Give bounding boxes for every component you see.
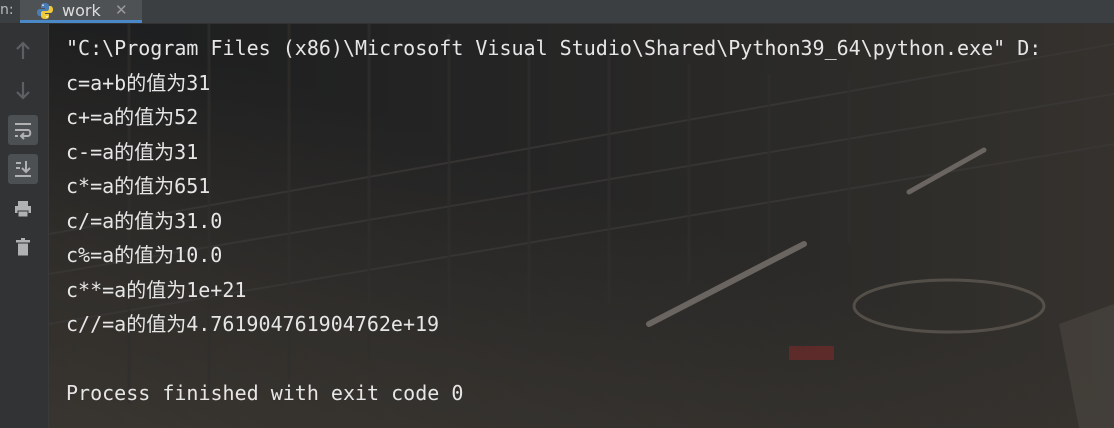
- soft-wrap-icon[interactable]: [8, 115, 38, 145]
- scroll-to-end-icon[interactable]: [8, 154, 38, 184]
- console-line-command: "C:\Program Files (x86)\Microsoft Visual…: [66, 36, 1042, 60]
- console-output[interactable]: "C:\Program Files (x86)\Microsoft Visual…: [49, 24, 1114, 428]
- print-icon[interactable]: [8, 194, 38, 224]
- console-line: c-=a的值为31: [66, 139, 199, 164]
- console-line: c/=a的值为31.0: [66, 208, 223, 233]
- down-arrow-icon[interactable]: [8, 75, 38, 105]
- console-line: c**=a的值为1e+21: [66, 277, 247, 302]
- console-line-exit-status: Process finished with exit code 0: [66, 381, 464, 405]
- close-icon[interactable]: ✕: [115, 1, 128, 19]
- console-lines: "C:\Program Files (x86)\Microsoft Visual…: [66, 31, 1041, 411]
- up-arrow-icon[interactable]: [8, 36, 38, 66]
- console-line: c%=a的值为10.0: [66, 243, 223, 267]
- console-line: c+=a的值为52: [66, 105, 199, 129]
- tab-prefix-label: n:: [0, 2, 14, 18]
- tab-bar: n: work ✕: [0, 0, 1114, 24]
- python-icon: [37, 3, 53, 19]
- console-line: c*=a的值为651: [66, 174, 211, 198]
- run-toolbar: [0, 24, 49, 428]
- tab-label: work: [62, 1, 101, 20]
- tab-work[interactable]: work ✕: [20, 0, 142, 23]
- trash-icon[interactable]: [8, 232, 38, 262]
- console-line: c=a+b的值为31: [66, 70, 211, 95]
- console-line: c//=a的值为4.761904761904762e+19: [66, 312, 440, 336]
